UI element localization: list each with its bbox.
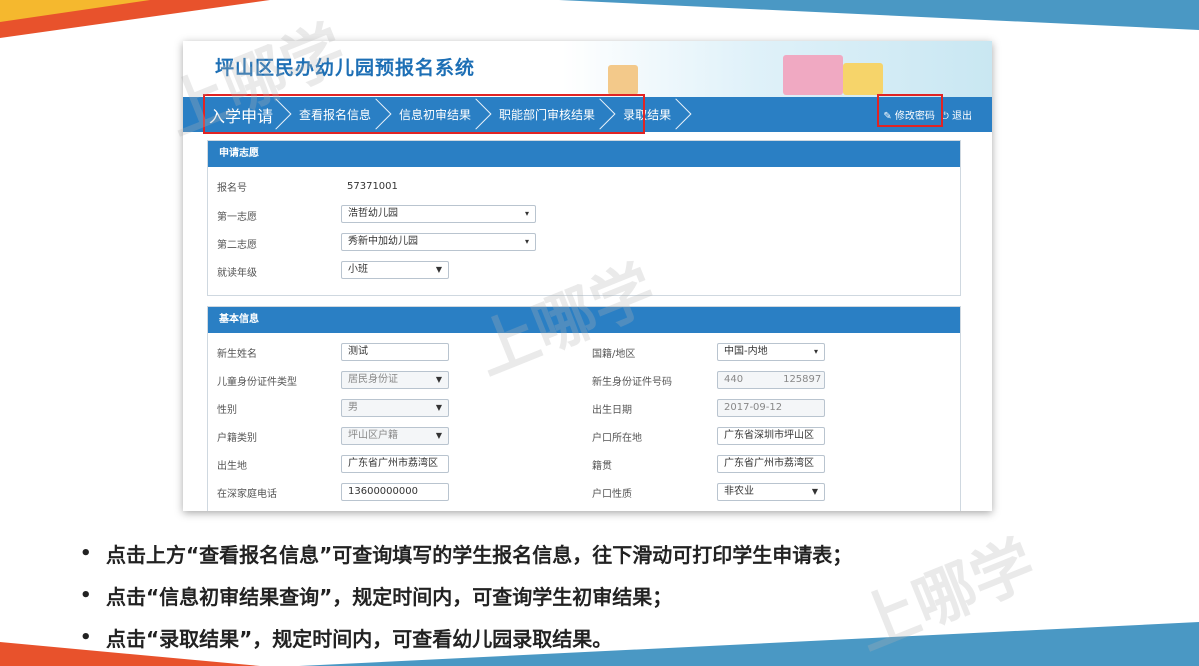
bullet-dot-icon: • — [80, 626, 92, 648]
hukou-type-label: 户籍类别 — [217, 433, 257, 444]
application-panel: 申请志愿 报名号 57371001 第一志愿 浩哲幼儿园 ▾ 第二志愿 秀新中加… — [207, 140, 961, 296]
grade-select[interactable]: 小班 ▼ — [341, 261, 449, 279]
birthdate-input[interactable]: 2017-09-12 — [717, 399, 825, 417]
hukou-type-select[interactable]: 坪山区户籍 ▼ — [341, 427, 449, 445]
nationality-select[interactable]: 中国-内地 ▾ — [717, 343, 825, 361]
name-input[interactable]: 测试 — [341, 343, 449, 361]
reg-no-value: 57371001 — [347, 181, 398, 192]
nationality-value: 中国-内地 — [724, 346, 768, 357]
hukou-place-label: 户口所在地 — [592, 433, 642, 444]
phone-label: 在深家庭电话 — [217, 489, 277, 500]
id-type-label: 儿童身份证件类型 — [217, 377, 297, 388]
instruction-list: • 点击上方“查看报名信息”可查询填写的学生报名信息，往下滑动可打印学生申请表；… — [80, 532, 852, 658]
chevron-down-icon: ▾ — [524, 237, 529, 246]
chevron-down-icon: ▾ — [524, 209, 529, 218]
system-banner: 坪山区民办幼儿园预报名系统 — [183, 41, 992, 97]
slide-corner-yellow — [0, 0, 150, 22]
chevron-down-icon: ▼ — [435, 431, 442, 440]
name-label: 新生姓名 — [217, 349, 257, 360]
choice2-select[interactable]: 秀新中加幼儿园 ▾ — [341, 233, 536, 251]
instruction-item: • 点击“录取结果”，规定时间内，可查看幼儿园录取结果。 — [80, 616, 852, 658]
chevron-down-icon: ▼ — [435, 403, 442, 412]
birthplace-label: 出生地 — [217, 461, 247, 472]
chevron-down-icon: ▼ — [811, 487, 818, 496]
id-type-select[interactable]: 居民身份证 ▼ — [341, 371, 449, 389]
choice2-label: 第二志愿 — [217, 240, 257, 251]
hukou-place-input[interactable]: 广东省深圳市坪山区 — [717, 427, 825, 445]
bullet-dot-icon: • — [80, 542, 92, 564]
basic-info-panel: 基本信息 新生姓名 测试 儿童身份证件类型 居民身份证 ▼ 性别 男 ▼ 户籍类… — [207, 306, 961, 511]
instruction-item: • 点击“信息初审结果查询”，规定时间内，可查询学生初审结果； — [80, 574, 852, 616]
id-no-input[interactable]: 440 125897 — [717, 371, 825, 389]
instruction-text: 点击“信息初审结果查询”，规定时间内，可查询学生初审结果； — [106, 584, 673, 609]
logout-button[interactable]: ⏻ 退出 — [941, 107, 972, 122]
id-type-value: 居民身份证 — [348, 374, 398, 385]
id-no-label: 新生身份证件号码 — [592, 377, 672, 388]
grade-label: 就读年级 — [217, 268, 257, 279]
native-label: 籍贯 — [592, 461, 612, 472]
native-input[interactable]: 广东省广州市荔湾区 — [717, 455, 825, 473]
choice2-value: 秀新中加幼儿园 — [348, 236, 418, 247]
slide-corner-blue — [559, 0, 1199, 30]
choice1-select[interactable]: 浩哲幼儿园 ▾ — [341, 205, 536, 223]
gender-value: 男 — [348, 402, 358, 413]
password-highlight-box — [877, 94, 943, 127]
instruction-text: 点击上方“查看报名信息”可查询填写的学生报名信息，往下滑动可打印学生申请表； — [106, 542, 853, 567]
hukou-type-value: 坪山区户籍 — [348, 430, 398, 441]
banner-books-decoration — [843, 63, 883, 95]
reg-no-label: 报名号 — [217, 183, 247, 194]
system-title: 坪山区民办幼儿园预报名系统 — [215, 57, 476, 79]
birthdate-label: 出生日期 — [592, 405, 632, 416]
choice1-label: 第一志愿 — [217, 212, 257, 223]
gender-label: 性别 — [217, 405, 237, 416]
instruction-item: • 点击上方“查看报名信息”可查询填写的学生报名信息，往下滑动可打印学生申请表； — [80, 532, 852, 574]
system-screenshot: 坪山区民办幼儿园预报名系统 入学申请 查看报名信息 信息初审结果 职能部门审核结… — [183, 41, 992, 511]
birthplace-input[interactable]: 广东省广州市荔湾区 — [341, 455, 449, 473]
phone-input[interactable]: 13600000000 — [341, 483, 449, 501]
chevron-right-icon — [660, 98, 692, 130]
banner-books-decoration — [783, 55, 843, 95]
nav-highlight-box — [203, 94, 645, 134]
panel-header: 基本信息 — [208, 307, 960, 333]
banner-house-decoration — [608, 65, 638, 95]
panel-header: 申请志愿 — [208, 141, 960, 167]
hukou-nature-select[interactable]: 非农业 ▼ — [717, 483, 825, 501]
instruction-text: 点击“录取结果”，规定时间内，可查看幼儿园录取结果。 — [106, 626, 613, 651]
logout-label: 退出 — [952, 111, 972, 122]
hukou-nature-value: 非农业 — [724, 486, 754, 497]
nationality-label: 国籍/地区 — [592, 349, 636, 360]
chevron-down-icon: ▾ — [813, 347, 818, 356]
gender-select[interactable]: 男 ▼ — [341, 399, 449, 417]
chevron-down-icon: ▼ — [435, 265, 442, 274]
chevron-down-icon: ▼ — [435, 375, 442, 384]
hukou-nature-label: 户口性质 — [592, 489, 632, 500]
grade-value: 小班 — [348, 264, 368, 275]
bullet-dot-icon: • — [80, 584, 92, 606]
choice1-value: 浩哲幼儿园 — [348, 208, 398, 219]
